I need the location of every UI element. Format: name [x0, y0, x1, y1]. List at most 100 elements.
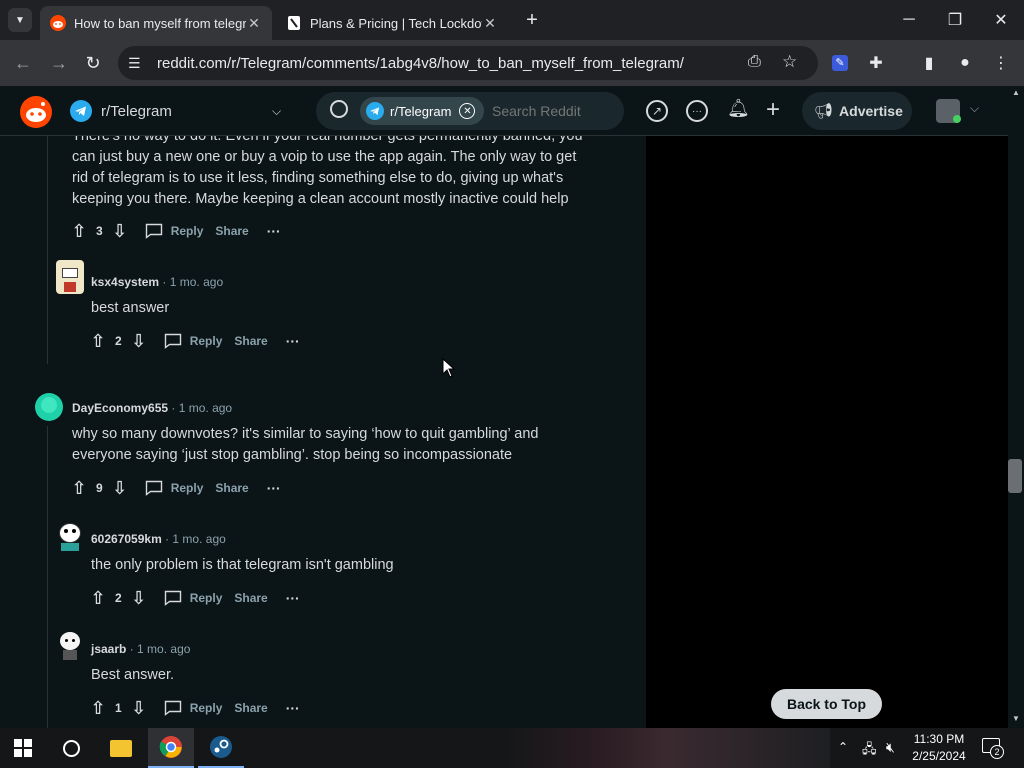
- subreddit-name: r/Telegram: [101, 102, 172, 120]
- notifications-button[interactable]: 🔔︎: [727, 98, 750, 119]
- scroll-up-icon[interactable]: ▲: [1012, 88, 1020, 97]
- popular-button[interactable]: ↗: [646, 100, 668, 122]
- chat-button[interactable]: ···: [686, 100, 708, 122]
- scrollbar-thumb[interactable]: [1008, 459, 1022, 493]
- close-window-button[interactable]: ✕: [978, 0, 1024, 40]
- scrollbar[interactable]: ▲ ▼: [1008, 86, 1024, 728]
- file-explorer-button[interactable]: [98, 728, 144, 768]
- browser-toolbar: ← → ↻ ☰ reddit.com/r/Telegram/comments/1…: [0, 40, 1024, 86]
- back-to-top-button[interactable]: Back to Top: [771, 689, 882, 719]
- share-button[interactable]: Share: [215, 481, 248, 495]
- vote-count: 1: [115, 701, 122, 715]
- reply-button[interactable]: Reply: [145, 480, 203, 496]
- vote-count: 3: [96, 224, 103, 238]
- search-bar[interactable]: r/Telegram ✕: [316, 92, 624, 130]
- restore-button[interactable]: ❐: [932, 0, 978, 40]
- side-panel-icon[interactable]: ▮: [918, 52, 940, 74]
- volume-muted-icon[interactable]: 🔇︎: [886, 739, 895, 756]
- show-hidden-icons-button[interactable]: ⌃: [838, 740, 848, 754]
- comment-actions: ⇧ 3 ⇩ Reply Share ···: [68, 219, 281, 243]
- timestamp: 1 mo. ago: [172, 532, 226, 546]
- username-link[interactable]: 60267059km: [91, 532, 162, 546]
- reply-button[interactable]: Reply: [164, 700, 222, 716]
- more-options-icon[interactable]: ···: [267, 480, 281, 496]
- upvote-icon[interactable]: ⇧: [87, 698, 109, 719]
- upvote-icon[interactable]: ⇧: [68, 221, 90, 242]
- profile-icon[interactable]: ●: [954, 52, 976, 74]
- more-options-icon[interactable]: ···: [267, 223, 281, 239]
- close-tab-icon[interactable]: ✕: [482, 15, 498, 31]
- username-link[interactable]: jsaarb: [91, 642, 126, 656]
- minimize-button[interactable]: ─: [886, 0, 932, 40]
- reply-button[interactable]: Reply: [164, 590, 222, 606]
- document-favicon-icon: [288, 16, 300, 30]
- address-bar[interactable]: ☰ reddit.com/r/Telegram/comments/1abg4v8…: [118, 46, 818, 80]
- back-button[interactable]: ←: [10, 50, 36, 76]
- vote-count: 2: [115, 591, 122, 605]
- more-options-icon[interactable]: ···: [286, 590, 300, 606]
- advertise-button[interactable]: 📢︎ Advertise: [802, 92, 912, 130]
- site-info-icon[interactable]: ☰: [128, 55, 141, 72]
- search-input[interactable]: [492, 100, 612, 122]
- install-app-icon[interactable]: ⎙: [748, 53, 761, 71]
- avatar: [56, 519, 84, 553]
- mouse-cursor-icon: [442, 358, 456, 378]
- username-link[interactable]: ksx4system: [91, 275, 159, 289]
- chrome-icon: [159, 736, 182, 758]
- user-menu[interactable]: ⌵: [936, 99, 986, 125]
- taskbar-search-button[interactable]: [48, 728, 94, 768]
- downvote-icon[interactable]: ⇩: [128, 331, 150, 352]
- share-button[interactable]: Share: [215, 224, 248, 238]
- arrow-right-icon: →: [50, 52, 68, 73]
- comment-bubble-icon: [145, 223, 162, 239]
- more-options-icon[interactable]: ···: [286, 333, 300, 349]
- close-tab-icon[interactable]: ✕: [246, 15, 262, 31]
- menu-kebab-icon[interactable]: ⋮: [990, 52, 1012, 74]
- clock[interactable]: 11:30 PM 2/25/2024: [908, 731, 970, 765]
- upvote-icon[interactable]: ⇧: [68, 478, 90, 499]
- start-button[interactable]: [0, 728, 46, 768]
- reply-button[interactable]: Reply: [164, 333, 222, 349]
- upvote-icon[interactable]: ⇧: [87, 588, 109, 609]
- clock-date: 2/25/2024: [912, 749, 966, 763]
- steam-taskbar-button[interactable]: [198, 728, 244, 768]
- downvote-icon[interactable]: ⇩: [128, 698, 150, 719]
- upvote-icon[interactable]: ⇧: [87, 331, 109, 352]
- extension-pen-icon[interactable]: ✎: [829, 52, 851, 74]
- action-center-button[interactable]: 2: [982, 738, 1004, 759]
- extensions-puzzle-icon[interactable]: ✚: [865, 52, 887, 74]
- scroll-down-icon[interactable]: ▼: [1012, 714, 1020, 723]
- share-button[interactable]: Share: [234, 334, 267, 348]
- comment-actions: ⇧ 2 ⇩ Reply Share ···: [87, 586, 300, 610]
- bookmark-star-icon[interactable]: ☆: [782, 52, 797, 72]
- megaphone-icon: 📢︎: [814, 103, 834, 120]
- vote-count: 9: [96, 481, 103, 495]
- forward-button[interactable]: →: [46, 50, 72, 76]
- tab-search-button[interactable]: ▼: [8, 8, 32, 32]
- reply-button[interactable]: Reply: [145, 223, 203, 239]
- tab-title: Plans & Pricing | Tech Lockdow: [310, 15, 482, 31]
- chrome-taskbar-button[interactable]: [148, 728, 194, 768]
- downvote-icon[interactable]: ⇩: [109, 478, 131, 499]
- url-text: reddit.com/r/Telegram/comments/1abg4v8/h…: [157, 54, 684, 72]
- downvote-icon[interactable]: ⇩: [109, 221, 131, 242]
- reddit-favicon-icon: [50, 15, 66, 31]
- thread-line: [47, 426, 48, 728]
- tab-reddit[interactable]: How to ban myself from telegra ✕: [40, 6, 272, 40]
- subreddit-selector[interactable]: r/Telegram ⌵: [70, 100, 290, 122]
- more-options-icon[interactable]: ···: [286, 700, 300, 716]
- clear-chip-icon[interactable]: ✕: [459, 103, 476, 119]
- chip-label: r/Telegram: [390, 103, 452, 119]
- downvote-icon[interactable]: ⇩: [128, 588, 150, 609]
- search-subreddit-chip[interactable]: r/Telegram ✕: [360, 97, 484, 125]
- username-link[interactable]: DayEconomy655: [72, 401, 168, 415]
- vote-count: 2: [115, 334, 122, 348]
- share-button[interactable]: Share: [234, 701, 267, 715]
- share-button[interactable]: Share: [234, 591, 267, 605]
- reddit-logo-icon[interactable]: [20, 96, 52, 128]
- tab-tech-lockdown[interactable]: Plans & Pricing | Tech Lockdow ✕: [276, 6, 508, 40]
- create-post-button[interactable]: +: [766, 96, 780, 124]
- new-tab-button[interactable]: +: [520, 8, 544, 32]
- reload-button[interactable]: ↻: [80, 50, 106, 76]
- network-icon[interactable]: 🖧︎: [862, 740, 877, 762]
